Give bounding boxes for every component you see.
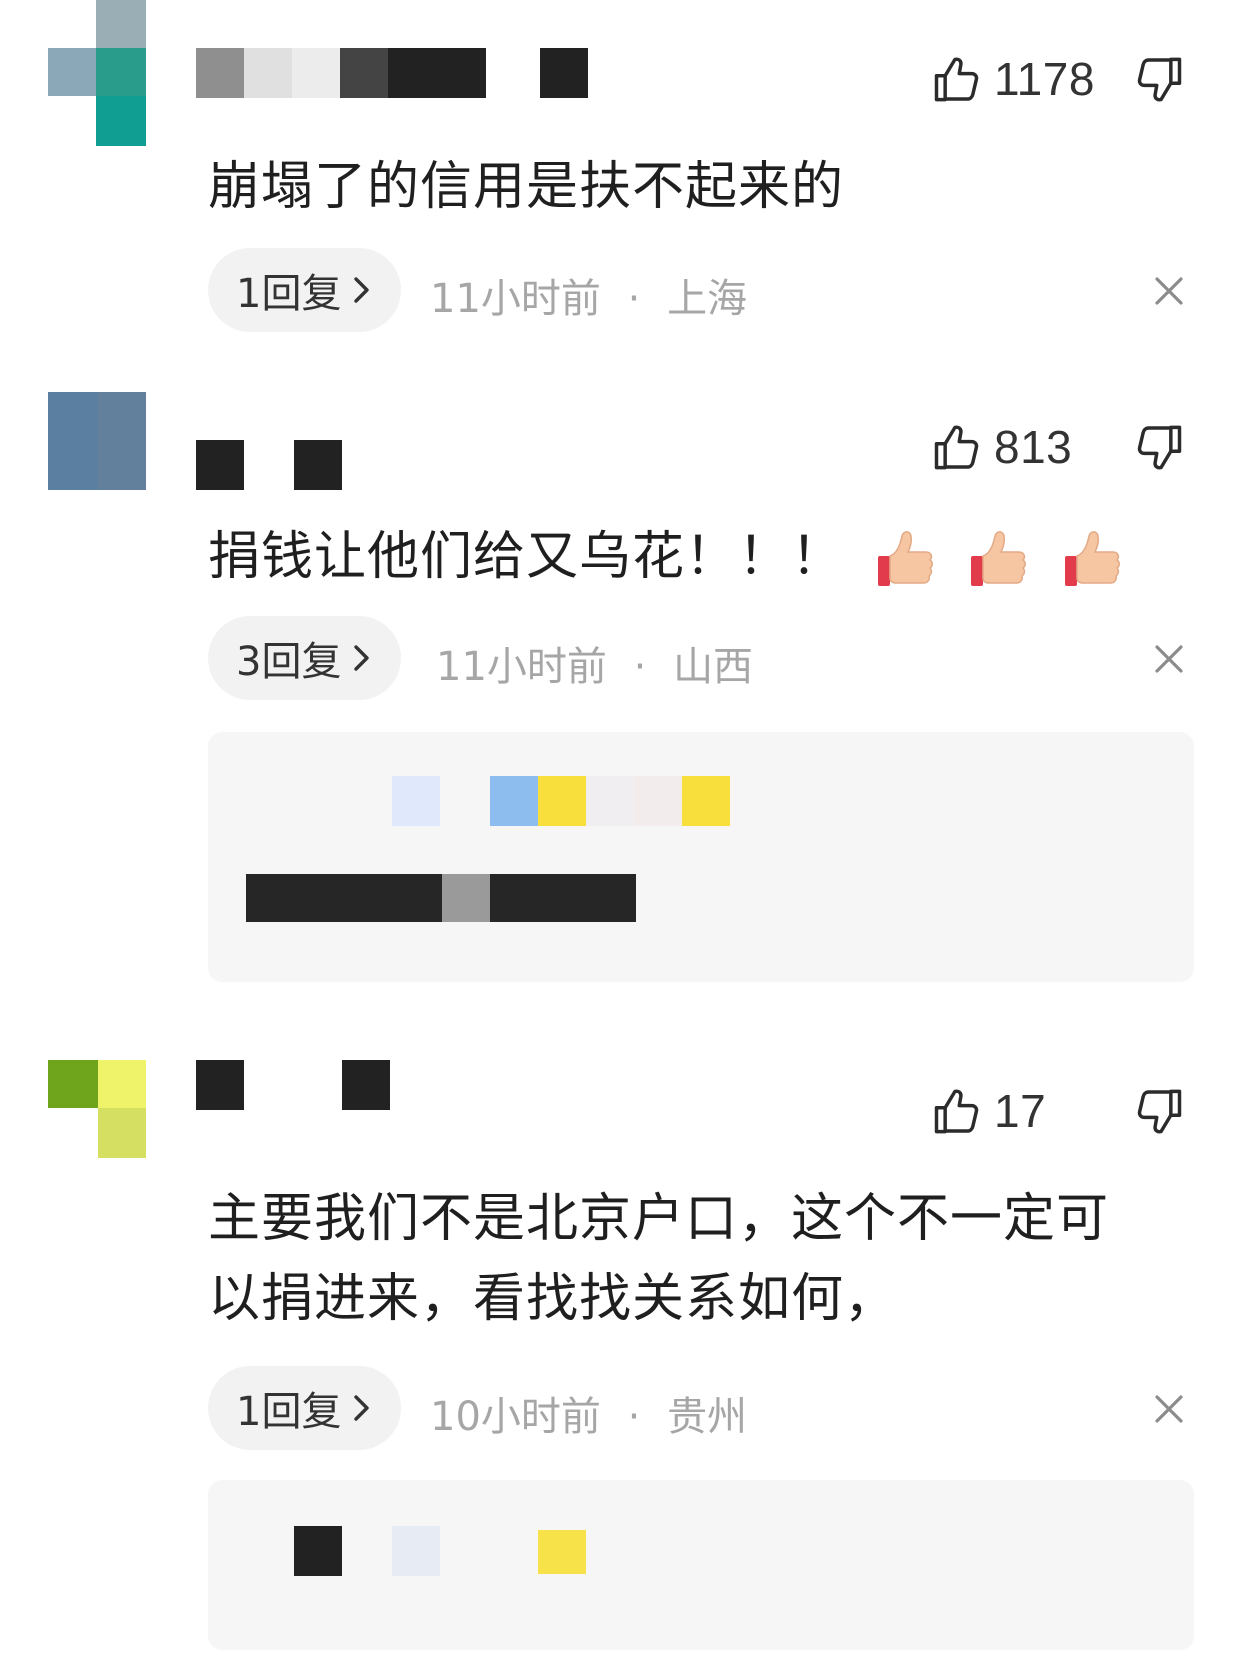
comment-text: 捐钱让他们给又乌花！！！	[208, 527, 845, 587]
thumbs-up-emoji-icon	[971, 531, 1027, 586]
comment-time: 11小时前	[436, 644, 607, 690]
like-button[interactable]: 813	[930, 420, 1072, 474]
comment-location: 山西	[673, 644, 754, 690]
comment-text-row: 捐钱让他们给又乌花！！！	[208, 516, 1125, 598]
thumbs-up-emoji-icon	[877, 531, 933, 586]
comment-location: 贵州	[667, 1394, 748, 1440]
like-button[interactable]: 17	[930, 1084, 1046, 1138]
username[interactable]	[196, 48, 590, 98]
thumbs-up-icon	[934, 425, 979, 470]
meta-separator: ·	[627, 1394, 641, 1440]
comment-meta: 11小时前 · 山西	[436, 634, 753, 692]
comment-3: 17 主要我们不是北京户口，这个不一定可 以捐进来，看找找关系如何， 1回复 1…	[0, 1060, 1242, 1673]
close-button[interactable]	[1152, 642, 1186, 676]
dislike-button[interactable]	[1134, 54, 1186, 106]
chevron-right-icon	[354, 1395, 370, 1421]
reply-preview[interactable]	[208, 1480, 1194, 1650]
thumbs-down-icon	[1137, 425, 1182, 470]
close-icon	[1155, 277, 1183, 305]
reply-count-label: 3回复	[236, 639, 342, 685]
thumbs-up-icon	[934, 57, 979, 102]
comment-time: 11小时前	[430, 276, 601, 322]
comment-location: 上海	[667, 276, 748, 322]
username[interactable]	[196, 440, 396, 490]
reply-count-label: 1回复	[236, 1389, 342, 1435]
close-button[interactable]	[1152, 1392, 1186, 1426]
dislike-button[interactable]	[1134, 422, 1186, 474]
chevron-right-icon	[354, 277, 370, 303]
comment-1: 1178 崩塌了的信用是扶不起来的 1回复 11小时前 · 上海	[0, 0, 1242, 360]
reply-preview[interactable]	[208, 732, 1194, 982]
dislike-button[interactable]	[1134, 1086, 1186, 1138]
like-button[interactable]: 1178	[930, 52, 1095, 106]
username[interactable]	[196, 1060, 396, 1110]
thumbs-up-emoji-icon	[1064, 531, 1120, 586]
meta-separator: ·	[633, 644, 647, 690]
chevron-right-icon	[354, 645, 370, 671]
close-icon	[1155, 645, 1183, 673]
reply-count-button[interactable]: 1回复	[208, 248, 402, 332]
close-icon	[1155, 1395, 1183, 1423]
avatar[interactable]	[48, 392, 146, 490]
comment-time: 10小时前	[430, 1394, 601, 1440]
thumbs-down-icon	[1137, 1089, 1182, 1134]
comment-text: 崩塌了的信用是扶不起来的	[208, 157, 845, 217]
close-button[interactable]	[1152, 274, 1186, 308]
avatar[interactable]	[48, 0, 146, 146]
reply-count-label: 1回复	[236, 271, 342, 317]
comment-text-line-1: 主要我们不是北京户口，这个不一定可	[208, 1189, 1110, 1249]
like-count: 17	[994, 1085, 1047, 1137]
thumbs-up-icon	[934, 1089, 979, 1134]
avatar[interactable]	[48, 1060, 146, 1158]
meta-separator: ·	[627, 276, 641, 322]
comment-2: 813 捐钱让他们给又乌花！！！ 3回复 11小时前 · 山西	[0, 392, 1242, 992]
comment-text-line-2: 以捐进来，看找找关系如何，	[208, 1269, 898, 1329]
comment-meta: 10小时前 · 贵州	[430, 1384, 747, 1442]
comment-meta: 11小时前 · 上海	[430, 266, 747, 324]
reply-count-button[interactable]: 3回复	[208, 616, 402, 700]
like-count: 813	[994, 421, 1073, 473]
thumbs-down-icon	[1137, 57, 1182, 102]
reply-count-button[interactable]: 1回复	[208, 1366, 402, 1450]
like-count: 1178	[994, 53, 1095, 105]
